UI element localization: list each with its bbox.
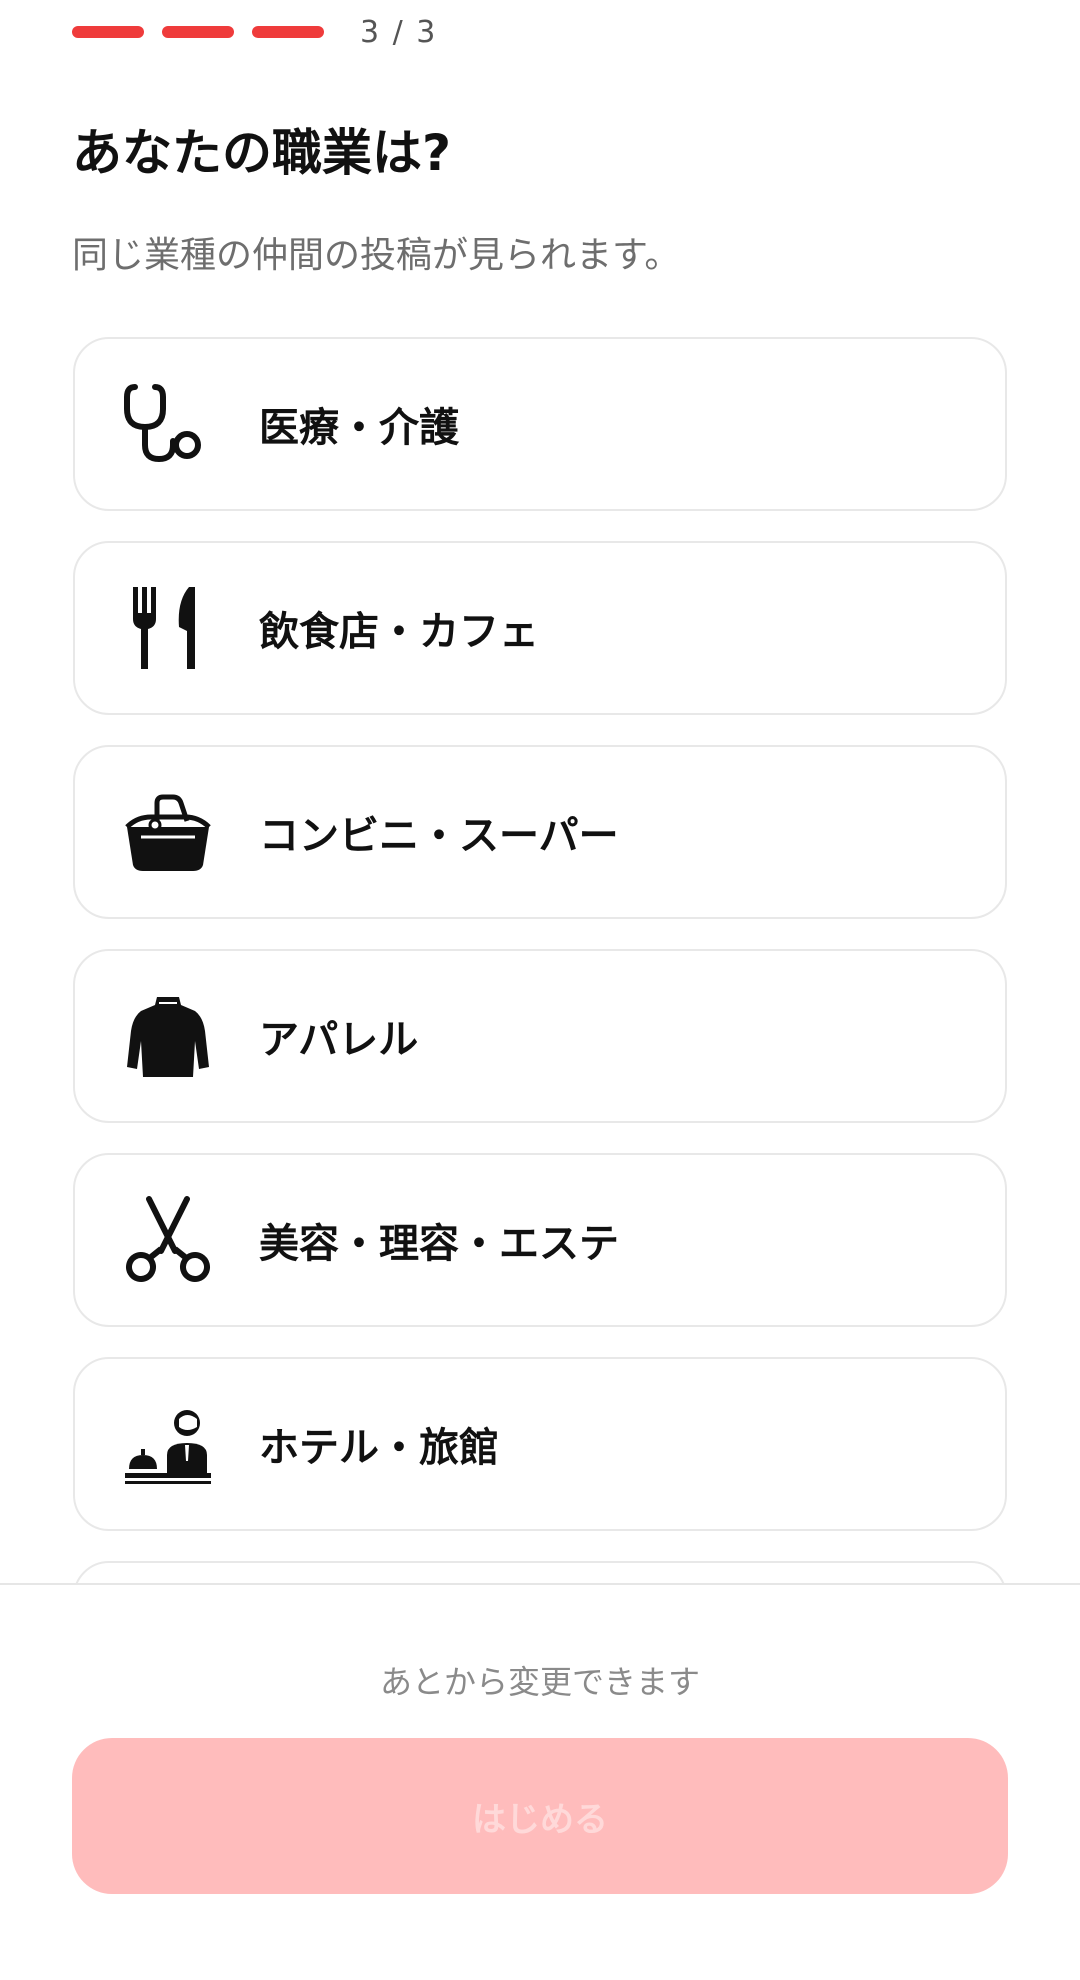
progress-indicator: 3 / 3 <box>72 14 437 50</box>
shopping-basket-icon <box>123 787 213 877</box>
occupation-option-more[interactable] <box>73 1561 1007 1583</box>
fork-knife-icon <box>123 583 213 673</box>
occupation-option-medical[interactable]: 医療・介護 <box>73 337 1007 511</box>
progress-count: 3 / 3 <box>360 14 438 50</box>
occupation-label: ホテル・旅館 <box>259 1425 499 1471</box>
jacket-icon <box>123 991 213 1081</box>
change-later-note: あとから変更できます <box>379 1663 700 1701</box>
page-title: あなたの職業は? <box>72 124 452 182</box>
occupation-label: コンビニ・スーパー <box>259 813 619 859</box>
occupation-label: 医療・介護 <box>259 405 459 451</box>
occupation-label: アパレル <box>259 1017 419 1063</box>
occupation-label: 美容・理容・エステ <box>259 1221 619 1267</box>
footer: あとから変更できます はじめる <box>0 1585 1080 1980</box>
start-button[interactable]: はじめる <box>72 1738 1008 1894</box>
progress-segment-3 <box>252 26 324 38</box>
occupation-list[interactable]: 医療・介護 飲食店・カフェ コンビニ・スーパー アパレル 美容・理容・エステ ホ… <box>72 337 1008 1583</box>
occupation-option-hotel[interactable]: ホテル・旅館 <box>73 1357 1007 1531</box>
page-subtitle: 同じ業種の仲間の投稿が見られます。 <box>72 235 681 276</box>
occupation-option-apparel[interactable]: アパレル <box>73 949 1007 1123</box>
stethoscope-icon <box>123 379 213 469</box>
occupation-option-restaurant[interactable]: 飲食店・カフェ <box>73 541 1007 715</box>
scissors-icon <box>123 1195 213 1285</box>
progress-segment-2 <box>162 26 234 38</box>
occupation-option-convenience[interactable]: コンビニ・スーパー <box>73 745 1007 919</box>
hotel-reception-icon <box>123 1399 213 1489</box>
progress-segment-1 <box>72 26 144 38</box>
occupation-option-beauty[interactable]: 美容・理容・エステ <box>73 1153 1007 1327</box>
occupation-label: 飲食店・カフェ <box>259 609 539 655</box>
